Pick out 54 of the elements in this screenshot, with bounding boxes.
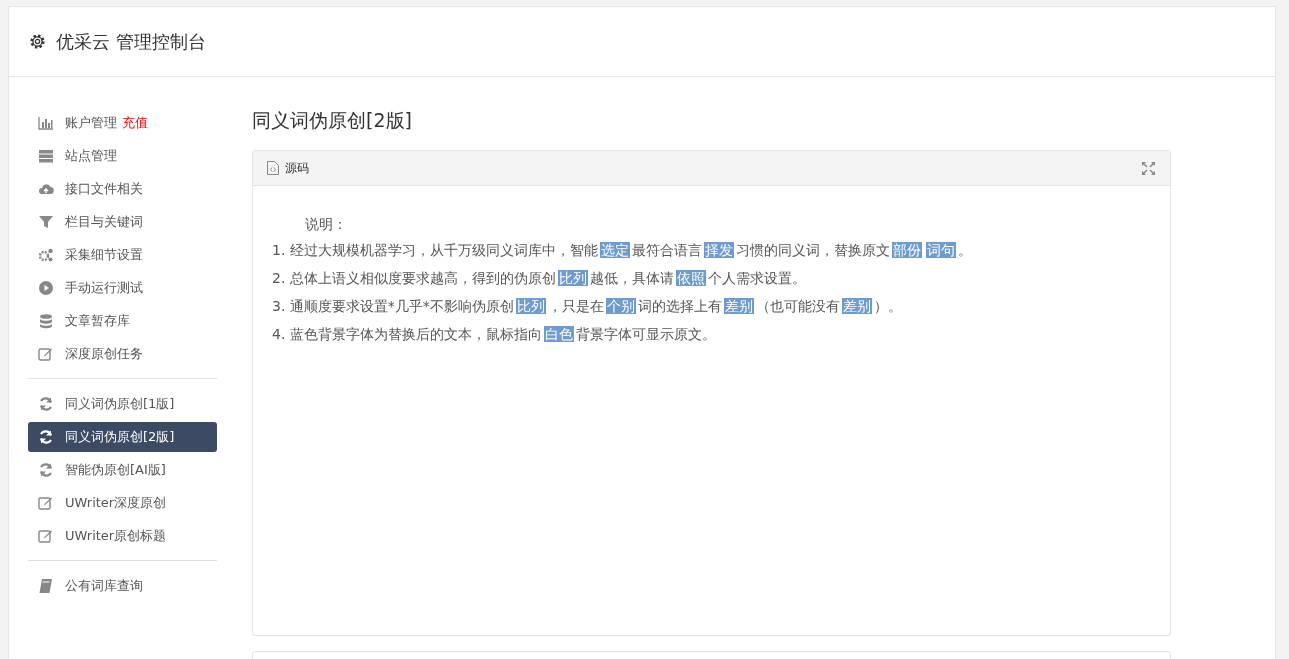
sidebar-item[interactable]: 采集细节设置 xyxy=(28,240,217,270)
sidebar-item-label: 采集细节设置 xyxy=(65,246,143,264)
sidebar-item[interactable]: 深度原创任务 xyxy=(28,339,217,369)
instruction-line: 3. 通顺度要求设置*几乎*不影响伪原创 比列 ，只是在 个别 词的选择上有 差别 （也可能没有 差别 ）。 xyxy=(272,297,903,316)
sidebar-item[interactable]: 公有词库查询 xyxy=(28,571,217,601)
sidebar-item-label: 栏目与关键词 xyxy=(65,213,143,231)
edit-icon xyxy=(38,346,54,362)
page-title: 同义词伪原创[2版] xyxy=(252,108,413,133)
instruction-line: 4. 蓝色背景字体为替换后的文本，鼠标指向 白色 背景字体可显示原文。 xyxy=(272,325,717,344)
sidebar-item[interactable]: 同义词伪原创[2版] xyxy=(28,422,217,452)
database-icon xyxy=(38,313,54,329)
sidebar-item-label: 深度原创任务 xyxy=(65,345,143,363)
instructions-heading: 说明： xyxy=(304,215,348,234)
play-circle-icon xyxy=(38,280,54,296)
edit-icon xyxy=(38,495,54,511)
sidebar-item[interactable]: 智能伪原创[AI版] xyxy=(28,455,217,485)
instruction-line: 2. 总体上语义相似度要求越高，得到的伪原创 比列 越低，具体请 依照 个人需求设置。 xyxy=(272,269,807,288)
refresh-icon xyxy=(38,429,54,445)
filter-icon xyxy=(38,214,54,230)
sidebar-item-label: 公有词库查询 xyxy=(65,577,143,595)
sidebar-item[interactable]: 文章暂存库 xyxy=(28,306,217,336)
recharge-link[interactable]: 充值 xyxy=(122,114,148,132)
refresh-icon xyxy=(38,462,54,478)
code-file-icon xyxy=(267,161,279,175)
sidebar-item-label: 站点管理 xyxy=(65,147,117,165)
sidebar-item[interactable]: 栏目与关键词 xyxy=(28,207,217,237)
bar-chart-icon xyxy=(38,115,54,131)
sidebar-item[interactable]: UWriter深度原创 xyxy=(28,488,217,518)
cloud-upload-icon xyxy=(38,181,54,197)
sidebar-item[interactable]: 手动运行测试 xyxy=(28,273,217,303)
book-icon xyxy=(38,578,54,594)
fullscreen-icon[interactable] xyxy=(1141,160,1156,176)
sidebar-item[interactable]: 账户管理 充值 xyxy=(28,108,217,138)
sidebar-item[interactable]: UWriter原创标题 xyxy=(28,521,217,551)
sidebar-item-label: 账户管理 xyxy=(65,114,117,132)
refresh-icon xyxy=(38,396,54,412)
panel-title: 源码 xyxy=(285,159,309,177)
sidebar-item-label: 手动运行测试 xyxy=(65,279,143,297)
sidebar-item-label: UWriter原创标题 xyxy=(65,527,167,545)
edit-icon xyxy=(38,528,54,544)
server-icon xyxy=(38,148,54,164)
settings-icon xyxy=(29,33,46,50)
sidebar-item-label: 文章暂存库 xyxy=(65,312,130,330)
sidebar-item-label: 接口文件相关 xyxy=(65,180,143,198)
sidebar-item[interactable]: 接口文件相关 xyxy=(28,174,217,204)
gears-icon xyxy=(38,247,54,263)
sidebar-item-label: 同义词伪原创[2版] xyxy=(65,428,175,446)
sidebar-item[interactable]: 站点管理 xyxy=(28,141,217,171)
sidebar-item-label: 智能伪原创[AI版] xyxy=(65,461,166,479)
console-title: 优采云 管理控制台 xyxy=(56,29,206,54)
sidebar-item-label: 同义词伪原创[1版] xyxy=(65,395,175,413)
instruction-line: 1. 经过大规模机器学习，从千万级同义词库中，智能 选定 最符合语言 择发 习惯的同义词，替换原文 部份 词句 。 xyxy=(272,241,973,260)
sidebar-item[interactable]: 同义词伪原创[1版] xyxy=(28,389,217,419)
sidebar-item-label: UWriter深度原创 xyxy=(65,494,167,512)
